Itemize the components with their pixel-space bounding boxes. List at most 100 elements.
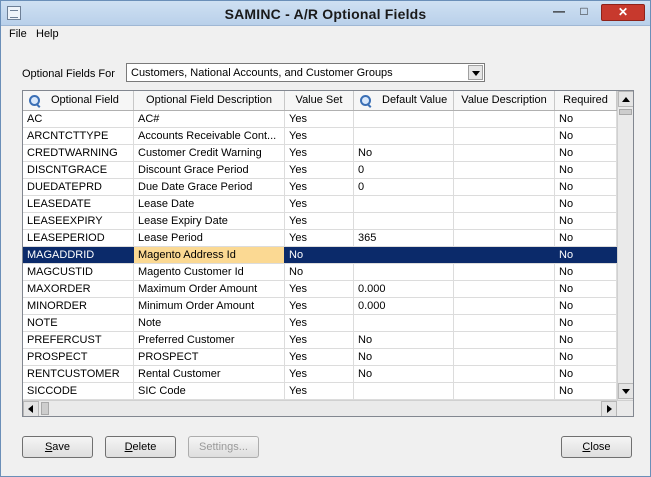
cell-value-set[interactable]: Yes [285,281,354,297]
cell-default-value[interactable]: No [354,349,454,365]
cell-optional-field[interactable]: NOTE [23,315,134,331]
cell-value-description[interactable] [454,145,555,161]
cell-required[interactable]: No [555,213,617,229]
cell-description[interactable]: Lease Period [134,230,285,246]
table-row[interactable]: LEASEDATE Lease Date Yes No [23,196,617,213]
cell-value-set[interactable]: Yes [285,111,354,127]
cell-value-set[interactable]: Yes [285,315,354,331]
cell-value-set[interactable]: Yes [285,366,354,382]
table-row[interactable]: SICCODE SIC Code Yes No [23,383,617,400]
cell-description[interactable]: Customer Credit Warning [134,145,285,161]
delete-button[interactable]: Delete [105,436,176,458]
cell-default-value[interactable] [354,315,454,331]
cell-value-description[interactable] [454,213,555,229]
cell-value-description[interactable] [454,366,555,382]
cell-value-description[interactable] [454,315,555,331]
cell-value-set[interactable]: Yes [285,145,354,161]
cell-default-value[interactable]: 0.000 [354,298,454,314]
cell-default-value[interactable]: 365 [354,230,454,246]
cell-value-description[interactable] [454,383,555,399]
cell-value-set[interactable]: No [285,264,354,280]
cell-optional-field[interactable]: ARCNTCTTYPE [23,128,134,144]
cell-optional-field[interactable]: RENTCUSTOMER [23,366,134,382]
cell-optional-field[interactable]: LEASEDATE [23,196,134,212]
column-header-value-set[interactable]: Value Set [285,91,354,110]
optional-fields-table[interactable]: Optional Field Optional Field Description… [22,90,634,417]
cell-default-value[interactable] [354,247,454,263]
cell-value-description[interactable] [454,111,555,127]
cell-optional-field[interactable]: MAGADDRID [23,247,134,263]
cell-value-set[interactable]: Yes [285,383,354,399]
vertical-scrollbar[interactable] [617,91,633,400]
cell-default-value[interactable]: 0.000 [354,281,454,297]
cell-default-value[interactable]: 0 [354,179,454,195]
table-row[interactable]: AC AC# Yes No [23,111,617,128]
cell-optional-field[interactable]: PREFERCUST [23,332,134,348]
cell-optional-field[interactable]: MAXORDER [23,281,134,297]
cell-default-value[interactable]: 0 [354,162,454,178]
cell-value-set[interactable]: Yes [285,162,354,178]
cell-description[interactable]: Magento Customer Id [134,264,285,280]
chevron-down-icon[interactable] [468,65,483,80]
cell-default-value[interactable] [354,111,454,127]
table-row[interactable]: PROSPECT PROSPECT Yes No No [23,349,617,366]
cell-required[interactable]: No [555,179,617,195]
cell-default-value[interactable]: No [354,145,454,161]
maximize-button[interactable]: □ [573,4,595,21]
cell-value-set[interactable]: Yes [285,349,354,365]
cell-value-description[interactable] [454,281,555,297]
column-header-value-description[interactable]: Value Description [454,91,555,110]
table-row[interactable]: DISCNTGRACE Discount Grace Period Yes 0 No [23,162,617,179]
cell-value-set[interactable]: Yes [285,332,354,348]
cell-value-set[interactable]: Yes [285,128,354,144]
table-row[interactable]: ARCNTCTTYPE Accounts Receivable Cont... Ye… [23,128,617,145]
scroll-right-icon[interactable] [601,401,617,416]
cell-description[interactable]: Accounts Receivable Cont... [134,128,285,144]
cell-description[interactable]: SIC Code [134,383,285,399]
table-row[interactable]: PREFERCUST Preferred Customer Yes No No [23,332,617,349]
cell-default-value[interactable] [354,196,454,212]
cell-description[interactable]: Note [134,315,285,331]
cell-value-description[interactable] [454,196,555,212]
table-row[interactable]: LEASEPERIOD Lease Period Yes 365 No [23,230,617,247]
cell-description[interactable]: Minimum Order Amount [134,298,285,314]
scroll-left-icon[interactable] [23,401,39,416]
cell-value-description[interactable] [454,128,555,144]
horizontal-scroll-thumb[interactable] [41,402,49,415]
cell-value-description[interactable] [454,162,555,178]
column-header-default-value[interactable]: Default Value [354,91,454,110]
menu-help[interactable]: Help [36,28,59,40]
cell-required[interactable]: No [555,366,617,382]
menu-file[interactable]: File [9,28,27,40]
cell-optional-field[interactable]: DUEDATEPRD [23,179,134,195]
cell-description[interactable]: PROSPECT [134,349,285,365]
cell-value-set[interactable]: No [285,247,354,263]
table-row[interactable]: NOTE Note Yes No [23,315,617,332]
minimize-button[interactable]: — [548,4,570,21]
cell-optional-field[interactable]: PROSPECT [23,349,134,365]
table-row[interactable]: DUEDATEPRD Due Date Grace Period Yes 0 No [23,179,617,196]
cell-required[interactable]: No [555,145,617,161]
cell-optional-field[interactable]: AC [23,111,134,127]
cell-description[interactable]: Preferred Customer [134,332,285,348]
close-button[interactable]: Close [561,436,632,458]
column-header-description[interactable]: Optional Field Description [134,91,285,110]
cell-description[interactable]: AC# [134,111,285,127]
cell-required[interactable]: No [555,128,617,144]
cell-value-set[interactable]: Yes [285,298,354,314]
cell-optional-field[interactable]: LEASEEXPIRY [23,213,134,229]
cell-value-set[interactable]: Yes [285,179,354,195]
cell-optional-field[interactable]: DISCNTGRACE [23,162,134,178]
search-icon[interactable] [360,95,372,107]
cell-required[interactable]: No [555,383,617,399]
table-row[interactable]: MAXORDER Maximum Order Amount Yes 0.000 No [23,281,617,298]
cell-description[interactable]: Magento Address Id [134,247,285,263]
table-row[interactable]: MAGCUSTID Magento Customer Id No No [23,264,617,281]
table-row[interactable]: MINORDER Minimum Order Amount Yes 0.000 No [23,298,617,315]
cell-value-description[interactable] [454,247,555,263]
scroll-down-icon[interactable] [618,383,633,399]
cell-value-description[interactable] [454,179,555,195]
search-icon[interactable] [29,95,41,107]
cell-description[interactable]: Rental Customer [134,366,285,382]
cell-required[interactable]: No [555,162,617,178]
